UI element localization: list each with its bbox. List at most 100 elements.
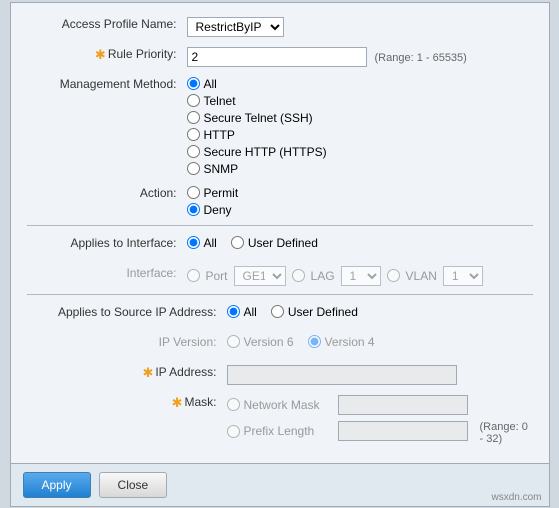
close-button[interactable]: Close: [99, 472, 168, 498]
mgmt-https-label: Secure HTTP (HTTPS): [204, 145, 327, 159]
ip-address-row: ✱ IP Address:: [27, 363, 533, 385]
network-mask-label: Network Mask: [244, 398, 334, 412]
access-profile-select[interactable]: RestrictByIP: [187, 17, 284, 37]
vlan-select[interactable]: 1: [443, 266, 483, 286]
mgmt-telnet-label: Telnet: [204, 94, 236, 108]
access-profile-label: Access Profile Name:: [27, 15, 187, 31]
mgmt-ssh-label: Secure Telnet (SSH): [204, 111, 313, 125]
iface-vlan-label: VLAN: [406, 269, 437, 283]
mgmt-ssh-radio[interactable]: [187, 111, 200, 124]
divider-2: [27, 294, 533, 295]
mgmt-https-radio[interactable]: [187, 145, 200, 158]
interface-all-option: All: [187, 236, 217, 250]
action-deny-radio[interactable]: [187, 203, 200, 216]
network-mask-option: Network Mask: [227, 395, 533, 415]
ip-address-input[interactable]: [227, 365, 457, 385]
interface-all-radio[interactable]: [187, 236, 200, 249]
rule-priority-row: ✱ Rule Priority: 2 (Range: 1 - 65535): [27, 45, 533, 67]
dialog-footer: Apply Close: [11, 463, 549, 506]
interface-all-label: All: [204, 236, 217, 250]
ip-version-group: Version 6 Version 4: [227, 335, 375, 349]
lag-select[interactable]: 1: [341, 266, 381, 286]
watermark: wsxdn.com: [491, 492, 541, 503]
iface-lag-label: LAG: [311, 269, 335, 283]
rule-priority-input[interactable]: 2: [187, 47, 367, 67]
required-star-mask: ✱: [172, 395, 183, 411]
prefix-length-input[interactable]: [338, 421, 468, 441]
access-profile-row: Access Profile Name: RestrictByIP: [27, 15, 533, 37]
ip-v4-option: Version 4: [308, 335, 375, 349]
action-label: Action:: [27, 184, 187, 200]
mgmt-snmp-radio[interactable]: [187, 162, 200, 175]
ip-version-row: IP Version: Version 6 Version 4: [27, 333, 533, 355]
mgmt-snmp-label: SNMP: [204, 162, 239, 176]
mask-label: ✱ Mask:: [27, 393, 227, 411]
mask-row: ✱ Mask: Network Mask Prefix Length: [27, 393, 533, 445]
applies-source-ip-label: Applies to Source IP Address:: [27, 303, 227, 319]
rule-priority-label: ✱ Rule Priority:: [27, 45, 187, 63]
source-ip-all-option: All: [227, 305, 257, 319]
network-mask-radio[interactable]: [227, 398, 240, 411]
applies-interface-label: Applies to Interface:: [27, 234, 187, 250]
ip-version-label: IP Version:: [27, 333, 227, 349]
prefix-length-range: (Range: 0 - 32): [472, 418, 533, 445]
mgmt-telnet-radio[interactable]: [187, 94, 200, 107]
mgmt-all-label: All: [204, 77, 217, 91]
prefix-length-option: Prefix Length (Range: 0 - 32): [227, 418, 533, 445]
required-star-priority: ✱: [95, 47, 106, 63]
interface-user-label: User Defined: [248, 236, 318, 250]
mgmt-snmp-option: SNMP: [187, 162, 327, 176]
mgmt-http-radio[interactable]: [187, 128, 200, 141]
action-permit-option: Permit: [187, 186, 239, 200]
interface-user-option: User Defined: [231, 236, 318, 250]
apply-button[interactable]: Apply: [23, 472, 91, 498]
ip-address-label: ✱ IP Address:: [27, 363, 227, 381]
ip-v4-label: Version 4: [325, 335, 375, 349]
prefix-length-radio[interactable]: [227, 425, 240, 438]
interface-options-group: All User Defined: [187, 236, 318, 250]
ip-v4-radio[interactable]: [308, 335, 321, 348]
source-ip-user-option: User Defined: [271, 305, 358, 319]
action-deny-label: Deny: [204, 203, 232, 217]
network-mask-input[interactable]: [338, 395, 468, 415]
applies-source-ip-row: Applies to Source IP Address: All User D…: [27, 303, 533, 325]
ip-v6-radio[interactable]: [227, 335, 240, 348]
interface-detail-row: Interface: Port GE1 LAG 1: [27, 264, 533, 286]
action-deny-option: Deny: [187, 203, 239, 217]
interface-controls: Port GE1 LAG 1 VLAN 1: [187, 266, 483, 286]
port-select[interactable]: GE1: [234, 266, 286, 286]
source-ip-all-label: All: [244, 305, 257, 319]
source-ip-user-radio[interactable]: [271, 305, 284, 318]
applies-interface-row: Applies to Interface: All User Defined: [27, 234, 533, 256]
action-row: Action: Permit Deny: [27, 184, 533, 217]
mask-group: Network Mask Prefix Length (Range: 0 - 3…: [227, 395, 533, 445]
divider-1: [27, 225, 533, 226]
mgmt-https-option: Secure HTTP (HTTPS): [187, 145, 327, 159]
source-ip-user-label: User Defined: [288, 305, 358, 319]
iface-port-label: Port: [206, 269, 228, 283]
iface-vlan-radio[interactable]: [387, 269, 400, 282]
mgmt-http-option: HTTP: [187, 128, 327, 142]
action-permit-radio[interactable]: [187, 186, 200, 199]
action-group: Permit Deny: [187, 186, 239, 217]
required-star-ip: ✱: [142, 365, 153, 381]
source-ip-all-radio[interactable]: [227, 305, 240, 318]
iface-lag-radio[interactable]: [292, 269, 305, 282]
interface-user-radio[interactable]: [231, 236, 244, 249]
mgmt-all-option: All: [187, 77, 327, 91]
prefix-length-label: Prefix Length: [244, 424, 334, 438]
mgmt-telnet-option: Telnet: [187, 94, 327, 108]
mgmt-ssh-option: Secure Telnet (SSH): [187, 111, 327, 125]
iface-port-radio[interactable]: [187, 269, 200, 282]
mgmt-all-radio[interactable]: [187, 77, 200, 90]
interface-detail-label: Interface:: [27, 264, 187, 280]
ip-v6-option: Version 6: [227, 335, 294, 349]
management-method-label: Management Method:: [27, 75, 187, 91]
mgmt-http-label: HTTP: [204, 128, 235, 142]
rule-priority-range: (Range: 1 - 65535): [367, 49, 467, 64]
ip-v6-label: Version 6: [244, 335, 294, 349]
source-ip-group: All User Defined: [227, 305, 358, 319]
management-method-row: Management Method: All Telnet: [27, 75, 533, 176]
management-method-group: All Telnet Secure Telnet (SSH) HTTP: [187, 77, 327, 176]
action-permit-label: Permit: [204, 186, 239, 200]
